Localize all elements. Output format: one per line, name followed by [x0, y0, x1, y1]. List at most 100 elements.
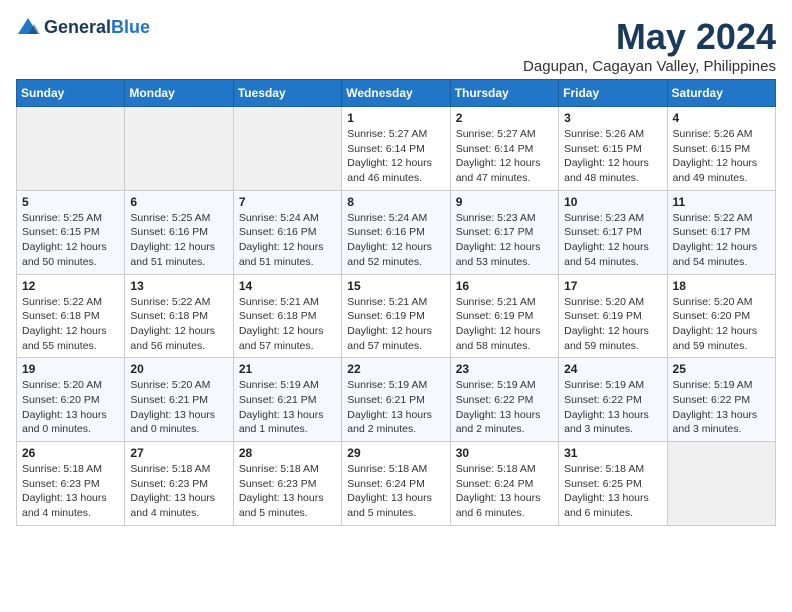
day-number: 27 [130, 446, 227, 460]
day-info: Sunrise: 5:22 AM Sunset: 6:18 PM Dayligh… [130, 295, 227, 354]
weekday-header-thursday: Thursday [450, 80, 558, 107]
day-cell: 2 Sunrise: 5:27 AM Sunset: 6:14 PM Daylig… [450, 107, 558, 191]
day-cell [17, 107, 125, 191]
day-number: 14 [239, 279, 336, 293]
weekday-header-tuesday: Tuesday [233, 80, 341, 107]
calendar-table: SundayMondayTuesdayWednesdayThursdayFrid… [16, 79, 776, 526]
day-number: 12 [22, 279, 119, 293]
day-number: 19 [22, 362, 119, 376]
day-cell: 30 Sunrise: 5:18 AM Sunset: 6:24 PM Dayli… [450, 442, 558, 526]
day-info: Sunrise: 5:21 AM Sunset: 6:19 PM Dayligh… [347, 295, 444, 354]
weekday-header-row: SundayMondayTuesdayWednesdayThursdayFrid… [17, 80, 776, 107]
day-info: Sunrise: 5:27 AM Sunset: 6:14 PM Dayligh… [456, 127, 553, 186]
day-info: Sunrise: 5:18 AM Sunset: 6:23 PM Dayligh… [239, 462, 336, 521]
day-cell: 20 Sunrise: 5:20 AM Sunset: 6:21 PM Dayli… [125, 358, 233, 442]
day-cell: 27 Sunrise: 5:18 AM Sunset: 6:23 PM Dayli… [125, 442, 233, 526]
day-number: 3 [564, 111, 661, 125]
day-number: 15 [347, 279, 444, 293]
day-number: 31 [564, 446, 661, 460]
day-number: 6 [130, 195, 227, 209]
day-number: 30 [456, 446, 553, 460]
day-cell: 13 Sunrise: 5:22 AM Sunset: 6:18 PM Dayli… [125, 274, 233, 358]
day-cell: 31 Sunrise: 5:18 AM Sunset: 6:25 PM Dayli… [559, 442, 667, 526]
day-number: 22 [347, 362, 444, 376]
month-title: May 2024 [523, 16, 776, 58]
day-info: Sunrise: 5:26 AM Sunset: 6:15 PM Dayligh… [564, 127, 661, 186]
day-info: Sunrise: 5:23 AM Sunset: 6:17 PM Dayligh… [456, 211, 553, 270]
day-cell: 12 Sunrise: 5:22 AM Sunset: 6:18 PM Dayli… [17, 274, 125, 358]
day-cell: 15 Sunrise: 5:21 AM Sunset: 6:19 PM Dayli… [342, 274, 450, 358]
day-cell: 11 Sunrise: 5:22 AM Sunset: 6:17 PM Dayli… [667, 190, 775, 274]
day-info: Sunrise: 5:19 AM Sunset: 6:21 PM Dayligh… [239, 378, 336, 437]
logo-icon [16, 16, 40, 40]
day-number: 23 [456, 362, 553, 376]
day-info: Sunrise: 5:19 AM Sunset: 6:22 PM Dayligh… [456, 378, 553, 437]
day-number: 20 [130, 362, 227, 376]
day-cell: 14 Sunrise: 5:21 AM Sunset: 6:18 PM Dayli… [233, 274, 341, 358]
day-info: Sunrise: 5:21 AM Sunset: 6:18 PM Dayligh… [239, 295, 336, 354]
day-info: Sunrise: 5:18 AM Sunset: 6:23 PM Dayligh… [22, 462, 119, 521]
day-cell: 9 Sunrise: 5:23 AM Sunset: 6:17 PM Daylig… [450, 190, 558, 274]
day-number: 4 [673, 111, 770, 125]
day-number: 7 [239, 195, 336, 209]
week-row-4: 19 Sunrise: 5:20 AM Sunset: 6:20 PM Dayli… [17, 358, 776, 442]
day-number: 13 [130, 279, 227, 293]
day-cell: 3 Sunrise: 5:26 AM Sunset: 6:15 PM Daylig… [559, 107, 667, 191]
day-number: 18 [673, 279, 770, 293]
day-cell [125, 107, 233, 191]
week-row-5: 26Sunrise: 5:18 AM Sunset: 6:23 PM Dayli… [17, 442, 776, 526]
day-number: 29 [347, 446, 444, 460]
weekday-header-saturday: Saturday [667, 80, 775, 107]
day-cell: 22 Sunrise: 5:19 AM Sunset: 6:21 PM Dayli… [342, 358, 450, 442]
day-cell: 19 Sunrise: 5:20 AM Sunset: 6:20 PM Dayli… [17, 358, 125, 442]
weekday-header-monday: Monday [125, 80, 233, 107]
day-info: Sunrise: 5:20 AM Sunset: 6:21 PM Dayligh… [130, 378, 227, 437]
day-cell: 10 Sunrise: 5:23 AM Sunset: 6:17 PM Dayli… [559, 190, 667, 274]
day-cell: 1Sunrise: 5:27 AM Sunset: 6:14 PM Daylig… [342, 107, 450, 191]
location-title: Dagupan, Cagayan Valley, Philippines [523, 58, 776, 75]
day-info: Sunrise: 5:18 AM Sunset: 6:25 PM Dayligh… [564, 462, 661, 521]
day-number: 2 [456, 111, 553, 125]
day-info: Sunrise: 5:19 AM Sunset: 6:22 PM Dayligh… [673, 378, 770, 437]
day-info: Sunrise: 5:18 AM Sunset: 6:24 PM Dayligh… [347, 462, 444, 521]
day-number: 10 [564, 195, 661, 209]
week-row-3: 12 Sunrise: 5:22 AM Sunset: 6:18 PM Dayli… [17, 274, 776, 358]
day-cell: 28 Sunrise: 5:18 AM Sunset: 6:23 PM Dayli… [233, 442, 341, 526]
day-info: Sunrise: 5:19 AM Sunset: 6:22 PM Dayligh… [564, 378, 661, 437]
day-number: 11 [673, 195, 770, 209]
week-row-2: 5Sunrise: 5:25 AM Sunset: 6:15 PM Daylig… [17, 190, 776, 274]
day-number: 8 [347, 195, 444, 209]
day-number: 1 [347, 111, 444, 125]
day-info: Sunrise: 5:20 AM Sunset: 6:19 PM Dayligh… [564, 295, 661, 354]
day-cell: 29 Sunrise: 5:18 AM Sunset: 6:24 PM Dayli… [342, 442, 450, 526]
day-cell: 21 Sunrise: 5:19 AM Sunset: 6:21 PM Dayli… [233, 358, 341, 442]
day-cell [667, 442, 775, 526]
day-number: 9 [456, 195, 553, 209]
day-info: Sunrise: 5:23 AM Sunset: 6:17 PM Dayligh… [564, 211, 661, 270]
day-info: Sunrise: 5:25 AM Sunset: 6:16 PM Dayligh… [130, 211, 227, 270]
weekday-header-friday: Friday [559, 80, 667, 107]
day-info: Sunrise: 5:20 AM Sunset: 6:20 PM Dayligh… [673, 295, 770, 354]
day-info: Sunrise: 5:18 AM Sunset: 6:24 PM Dayligh… [456, 462, 553, 521]
day-info: Sunrise: 5:22 AM Sunset: 6:17 PM Dayligh… [673, 211, 770, 270]
day-cell: 5Sunrise: 5:25 AM Sunset: 6:15 PM Daylig… [17, 190, 125, 274]
day-info: Sunrise: 5:22 AM Sunset: 6:18 PM Dayligh… [22, 295, 119, 354]
day-cell: 16Sunrise: 5:21 AM Sunset: 6:19 PM Dayli… [450, 274, 558, 358]
page-header: GeneralBlue May 2024 Dagupan, Cagayan Va… [16, 16, 776, 75]
day-number: 17 [564, 279, 661, 293]
day-info: Sunrise: 5:19 AM Sunset: 6:21 PM Dayligh… [347, 378, 444, 437]
day-cell: 23 Sunrise: 5:19 AM Sunset: 6:22 PM Dayli… [450, 358, 558, 442]
logo-text: GeneralBlue [44, 18, 150, 38]
day-info: Sunrise: 5:18 AM Sunset: 6:23 PM Dayligh… [130, 462, 227, 521]
logo: GeneralBlue [16, 16, 150, 40]
week-row-1: 1 Sunrise: 5:27 AM Sunset: 6:14 PM Daylig… [17, 107, 776, 191]
day-number: 21 [239, 362, 336, 376]
day-number: 25 [673, 362, 770, 376]
day-info: Sunrise: 5:20 AM Sunset: 6:20 PM Dayligh… [22, 378, 119, 437]
title-block: May 2024 Dagupan, Cagayan Valley, Philip… [523, 16, 776, 75]
day-cell: 25 Sunrise: 5:19 AM Sunset: 6:22 PM Dayli… [667, 358, 775, 442]
day-number: 5 [22, 195, 119, 209]
day-cell: 26Sunrise: 5:18 AM Sunset: 6:23 PM Dayli… [17, 442, 125, 526]
day-number: 28 [239, 446, 336, 460]
day-info: Sunrise: 5:24 AM Sunset: 6:16 PM Dayligh… [239, 211, 336, 270]
